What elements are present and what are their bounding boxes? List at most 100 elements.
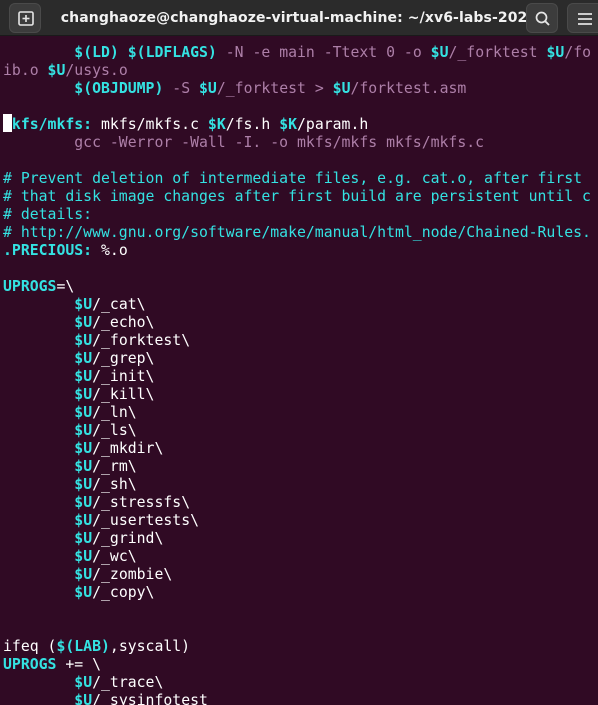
terminal-line: $U/_wc\: [3, 548, 137, 566]
terminal-text-segment: -S: [163, 80, 200, 97]
terminal-text-segment: %.o: [92, 242, 128, 259]
terminal-text-segment: # Prevent deletion of intermediate files…: [3, 170, 583, 187]
terminal-line: $U/_kill\: [3, 386, 154, 404]
terminal-line: UPROGS=\: [3, 278, 74, 296]
terminal-line: # details:: [3, 206, 92, 224]
terminal-line: $U/_usertests\: [3, 512, 199, 530]
terminal-text-segment: /fs.h: [225, 116, 280, 133]
terminal-text-segment: $U: [199, 80, 217, 97]
terminal-text-segment: ifeq (: [3, 638, 57, 655]
terminal-text-segment: /_ln\: [92, 404, 137, 421]
terminal-line: $(OBJDUMP) -S $U/_forktest > $U/forktest…: [3, 80, 466, 98]
terminal-text-segment: /_trace\: [92, 674, 164, 691]
terminal-line: # http://www.gnu.org/software/make/manua…: [3, 224, 591, 242]
terminal-text-segment: /_ls\: [92, 422, 137, 439]
terminal-text-segment: $U: [74, 674, 93, 691]
terminal-cursor: [3, 114, 12, 132]
terminal-text-segment: $U: [430, 44, 449, 61]
search-button[interactable]: [526, 3, 558, 33]
terminal-text-segment: $U: [74, 512, 93, 529]
terminal-text-segment: += \: [56, 656, 101, 673]
terminal-line: gcc -Werror -Wall -I. -o mkfs/mkfs mkfs/…: [3, 134, 484, 152]
terminal-line: $U/_copy\: [3, 584, 154, 602]
terminal-line: $U/_trace\: [3, 674, 163, 692]
terminal-text-segment: /forktest.asm: [350, 80, 467, 97]
terminal-line: $U/_grep\: [3, 350, 154, 368]
terminal-line: UPROGS += \: [3, 656, 101, 674]
terminal-text-segment: $U: [74, 332, 93, 349]
terminal-text-segment: gcc -Werror -Wall -I. -o mkfs/mkfs mkfs/…: [3, 134, 485, 151]
terminal-text-segment: /_grind\: [92, 530, 164, 547]
terminal-text-segment: /_grep\: [92, 350, 155, 367]
terminal-text-segment: $U: [47, 62, 66, 79]
terminal-text-segment: /_zombie\: [92, 566, 173, 583]
terminal-text-segment: $U: [74, 386, 93, 403]
terminal-line: $U/_sysinfotest: [3, 692, 208, 705]
terminal-text-segment: $U: [74, 404, 93, 421]
terminal-text-segment: /_echo\: [92, 314, 155, 331]
terminal-line: $U/_cat\: [3, 296, 146, 314]
terminal-text-segment: $U: [74, 566, 93, 583]
terminal-text-segment: mkfs/mkfs:: [3, 116, 93, 133]
terminal-text-segment: $U: [74, 530, 93, 547]
terminal-text-segment: /_kill\: [92, 386, 155, 403]
terminal-text-segment: $(OBJDUMP): [74, 80, 164, 97]
terminal-line: $U/_ls\: [3, 422, 137, 440]
search-icon: [535, 11, 550, 26]
terminal-text-segment: /_rm\: [92, 458, 137, 475]
terminal-text-segment: $K: [207, 116, 226, 133]
window-title: changhaoze@changhaoze-virtual-machine: ~…: [60, 10, 538, 26]
terminal-text-segment: /_usertests\: [92, 512, 200, 529]
terminal-text-segment: /_sh\: [92, 476, 137, 493]
terminal-text-segment: $U: [332, 80, 351, 97]
terminal-text-segment: /_forktest\: [92, 332, 191, 349]
terminal-text-segment: ,syscall): [109, 638, 191, 655]
terminal-text-segment: /_mkdir\: [92, 440, 164, 457]
menu-button[interactable]: [567, 3, 598, 33]
terminal-text-segment: /fo: [564, 44, 592, 61]
terminal-text-segment: -N -e main -Ttext 0 -o: [216, 44, 431, 61]
terminal-text-segment: $K: [279, 116, 298, 133]
terminal-text-segment: /_forktest >: [216, 80, 333, 97]
terminal-text-segment: /_copy\: [92, 584, 155, 601]
terminal-line: $U/_rm\: [3, 458, 137, 476]
terminal-text-segment: $U: [74, 692, 93, 705]
terminal-text-segment: $U: [74, 494, 93, 511]
terminal-text-segment: $U: [74, 548, 93, 565]
title-bar: changhaoze@changhaoze-virtual-machine: ~…: [0, 0, 598, 36]
terminal-line: $U/_echo\: [3, 314, 154, 332]
terminal-line: ifeq ($(LAB),syscall): [3, 638, 190, 656]
terminal-viewport[interactable]: $(LD) $(LDFLAGS) -N -e main -Ttext 0 -o …: [0, 36, 598, 705]
terminal-text-segment: $U: [74, 584, 93, 601]
terminal-line: $U/_stressfs\: [3, 494, 190, 512]
terminal-text-segment: $U: [546, 44, 565, 61]
terminal-text-segment: .PRECIOUS:: [3, 242, 93, 259]
terminal-text-segment: /_init\: [92, 368, 155, 385]
terminal-text-segment: $U: [74, 422, 93, 439]
terminal-text-segment: /_wc\: [92, 548, 137, 565]
terminal-text-segment: $U: [74, 314, 93, 331]
terminal-line: $U/_ln\: [3, 404, 137, 422]
terminal-text-segment: /usys.o: [65, 62, 128, 79]
terminal-text-segment: $(LAB): [56, 638, 110, 655]
terminal-text-segment: $U: [74, 350, 93, 367]
terminal-line: $U/_forktest\: [3, 332, 190, 350]
terminal-text-segment: /_cat\: [92, 296, 146, 313]
